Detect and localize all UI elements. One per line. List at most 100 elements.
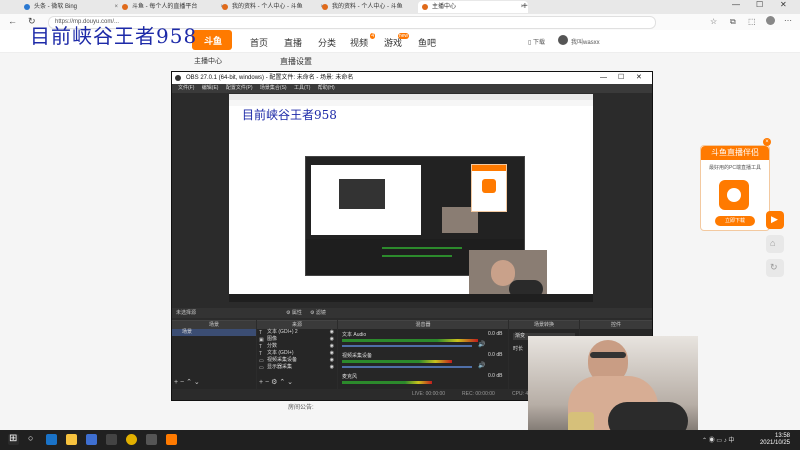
source-controls: + − ⚙ ⌃ ⌄ bbox=[259, 378, 293, 386]
tray-icons[interactable]: ⌃ ◉ ▭ ♪ 中 bbox=[702, 435, 734, 444]
taskbar-clock[interactable]: 13:58 2021/10/25 bbox=[760, 433, 790, 447]
obs-source-toolbar: 未选择源 ⚙ 属性 ⚙ 滤镜 bbox=[172, 308, 652, 318]
back-icon[interactable]: ← bbox=[8, 16, 17, 26]
menu-tools[interactable]: 工具(T) bbox=[294, 85, 310, 91]
menu-help[interactable]: 帮助(H) bbox=[318, 85, 335, 91]
down-icon[interactable]: ⌄ bbox=[194, 379, 200, 386]
maximize-icon[interactable]: ☐ bbox=[618, 72, 624, 84]
source-item[interactable]: T 文本 (GDI+) 2 ◉ bbox=[257, 329, 337, 336]
site-logo[interactable]: 斗鱼 bbox=[192, 30, 232, 50]
scene-item[interactable]: 场景 bbox=[172, 329, 256, 336]
douyu-icon bbox=[322, 4, 328, 10]
avatar[interactable] bbox=[558, 35, 568, 45]
nav-item-live[interactable]: 直播 bbox=[284, 36, 302, 49]
eye-icon[interactable]: ◉ bbox=[330, 364, 334, 371]
nav-item-category[interactable]: 分类 bbox=[318, 36, 336, 49]
mail-icon[interactable] bbox=[106, 434, 117, 445]
add-icon[interactable]: + bbox=[174, 379, 178, 386]
download-button[interactable]: 立即下载 bbox=[715, 216, 755, 226]
more-icon[interactable]: ⋯ bbox=[784, 16, 792, 25]
search-icon[interactable]: ○ bbox=[28, 433, 33, 443]
fish-icon bbox=[727, 188, 741, 202]
mixer-channel-name: 视频采集设备 bbox=[342, 353, 373, 359]
audio-meter bbox=[342, 339, 478, 342]
up-icon[interactable]: ⌃ bbox=[186, 379, 192, 386]
source-item[interactable]: T 分数 ◉ bbox=[257, 343, 337, 350]
nested-window bbox=[339, 179, 385, 209]
close-window-icon[interactable]: ✕ bbox=[636, 72, 642, 84]
mixer-channel-db: 0.0 dB bbox=[488, 331, 503, 337]
source-item[interactable]: ▭ 显示器采集 ◉ bbox=[257, 364, 337, 371]
source-item[interactable]: ▭ 视频采集设备 ◉ bbox=[257, 357, 337, 364]
source-item[interactable]: T 文本 (GDI+) ◉ bbox=[257, 350, 337, 357]
browser-tab[interactable]: 我的资料 - 个人中心 - 斗鱼× bbox=[318, 1, 428, 13]
file-explorer-icon[interactable] bbox=[66, 434, 77, 445]
browser-tab-bar: 头条 - 微软 Bing× 斗鱼 - 每个人的直播平台× 我的资料 - 个人中心… bbox=[0, 0, 800, 14]
volume-slider[interactable] bbox=[342, 366, 472, 368]
eye-icon[interactable]: ◉ bbox=[330, 350, 334, 357]
browser-tab-active[interactable]: 主播中心 × bbox=[418, 1, 528, 13]
obs-menu-bar: 文件(F) 编辑(E) 配置文件(P) 场景集合(S) 工具(T) 帮助(H) bbox=[172, 84, 652, 93]
browser-tab[interactable]: 头条 - 微软 Bing × bbox=[20, 1, 122, 13]
mixer-header: 混音器 bbox=[338, 321, 508, 329]
store-icon[interactable] bbox=[86, 434, 97, 445]
scene-controls: + − ⌃ ⌄ bbox=[174, 378, 200, 386]
minimize-icon[interactable]: — bbox=[732, 0, 740, 9]
nav-item-games[interactable]: 游戏 new bbox=[384, 33, 410, 49]
controls-header: 控件 bbox=[580, 321, 652, 329]
profile-icon[interactable] bbox=[766, 16, 775, 25]
obs-preview[interactable]: 目前峡谷王者958 bbox=[229, 94, 593, 302]
browser-tab[interactable]: 斗鱼 - 每个人的直播平台× bbox=[118, 1, 228, 13]
browser-tab[interactable]: 我的资料 - 个人中心 - 斗鱼× bbox=[218, 1, 328, 13]
mixer-dock: 混音器 文本 Audio 0.0 dB 🔊 视频采集设备 0.0 dB 🔊 麦克… bbox=[338, 320, 508, 389]
eye-icon[interactable]: ◉ bbox=[330, 357, 334, 364]
glasses-shape bbox=[590, 352, 626, 358]
up-icon[interactable]: ⌃ bbox=[279, 379, 285, 386]
source-item[interactable]: ▣ 图像 ◉ bbox=[257, 336, 337, 343]
live-status: LIVE: 00:00:00 bbox=[412, 391, 446, 397]
menu-file[interactable]: 文件(F) bbox=[178, 85, 194, 91]
volume-slider[interactable] bbox=[342, 345, 472, 347]
speaker-icon[interactable]: 🔊 bbox=[478, 341, 485, 348]
maximize-icon[interactable]: ☐ bbox=[756, 0, 763, 9]
obs-taskbar-icon[interactable] bbox=[146, 434, 157, 445]
collections-icon[interactable]: ⧉ bbox=[730, 17, 736, 27]
eye-icon[interactable]: ◉ bbox=[330, 343, 334, 350]
refresh-icon[interactable]: ↻ bbox=[766, 259, 784, 277]
douyu-taskbar-icon[interactable] bbox=[166, 434, 177, 445]
down-icon[interactable]: ⌄ bbox=[287, 379, 293, 386]
eye-icon[interactable]: ◉ bbox=[330, 336, 334, 343]
chrome-icon[interactable] bbox=[126, 434, 137, 445]
promo-desc: 最好用的PC端直播工具 bbox=[709, 165, 761, 171]
mixer-channel-name: 文本 Audio bbox=[342, 332, 367, 338]
download-link[interactable]: ▯ 下载 bbox=[528, 37, 545, 46]
promo-title: 斗鱼直播伴侣 bbox=[701, 146, 769, 160]
menu-profile[interactable]: 配置文件(P) bbox=[226, 85, 253, 91]
speaker-icon[interactable]: 🔊 bbox=[478, 362, 485, 369]
close-window-icon[interactable]: ✕ bbox=[780, 0, 787, 9]
remove-icon[interactable]: − bbox=[180, 379, 184, 386]
username[interactable]: 我叫wasxx bbox=[571, 37, 600, 46]
minimize-icon[interactable]: — bbox=[600, 72, 607, 84]
menu-edit[interactable]: 编辑(E) bbox=[202, 85, 219, 91]
favorites-icon[interactable]: ☆ bbox=[710, 17, 717, 26]
windows-start-icon[interactable]: ⊞ bbox=[8, 433, 19, 445]
home-icon[interactable]: ⌂ bbox=[766, 235, 784, 253]
edge-icon[interactable] bbox=[46, 434, 57, 445]
remove-icon[interactable]: − bbox=[265, 379, 269, 386]
play-icon[interactable]: ▶ bbox=[766, 211, 784, 229]
nested-meter bbox=[382, 247, 462, 249]
nav-item-video[interactable]: 视频 4 bbox=[350, 33, 376, 49]
extensions-icon[interactable]: ⬚ bbox=[748, 17, 756, 26]
nav-item-fishbar[interactable]: 鱼吧 bbox=[418, 36, 436, 49]
nav-item-home[interactable]: 首页 bbox=[250, 36, 268, 49]
eye-icon[interactable]: ◉ bbox=[330, 329, 334, 336]
filters-button[interactable]: ⚙ 滤镜 bbox=[310, 308, 326, 318]
new-tab-icon[interactable]: + bbox=[522, 1, 528, 12]
close-icon[interactable]: × bbox=[763, 138, 771, 146]
section-heading: 直播设置 bbox=[280, 57, 312, 66]
add-icon[interactable]: + bbox=[259, 379, 263, 386]
menu-scene-collection[interactable]: 场景集合(S) bbox=[260, 85, 287, 91]
gear-icon[interactable]: ⚙ bbox=[271, 379, 277, 386]
properties-button[interactable]: ⚙ 属性 bbox=[286, 308, 302, 318]
